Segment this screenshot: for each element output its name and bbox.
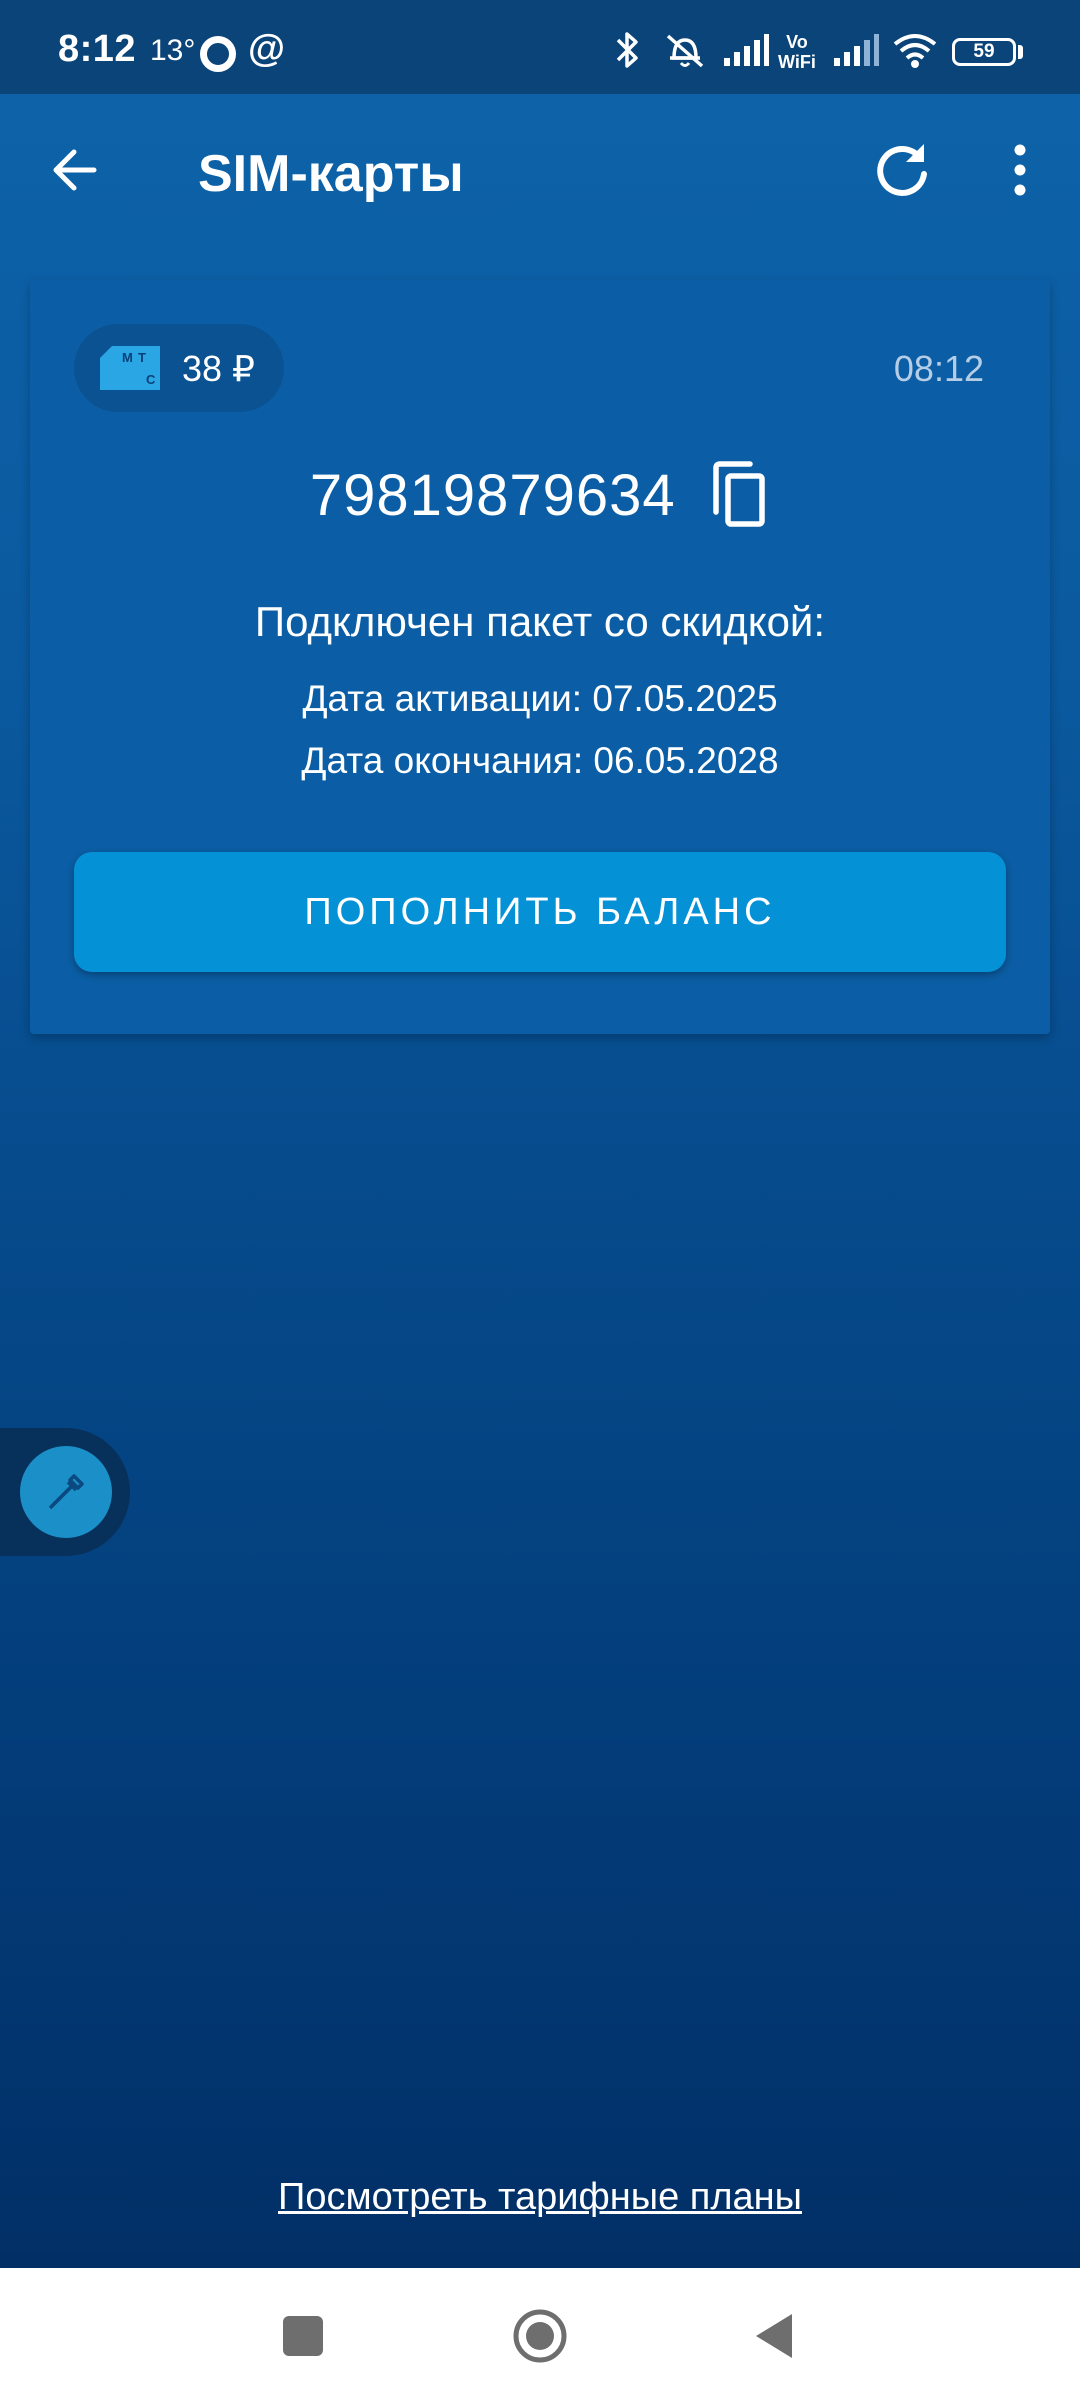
vowifi-icon: Vo WiFi (778, 32, 816, 72)
status-bar: 8:12 13° @ Vo WiFi 59 (0, 0, 1080, 94)
eyedropper-button[interactable] (20, 1446, 112, 1538)
bluetooth-icon (616, 32, 638, 68)
sim-card: М Т С 38 ₽ 08:12 79819879634 Подключен п… (30, 280, 1050, 1034)
eyedropper-icon (48, 1474, 84, 1510)
side-floating-tab[interactable] (0, 1428, 130, 1556)
signal-2-icon (834, 34, 879, 66)
system-nav-bar (0, 2268, 1080, 2400)
more-menu-button[interactable] (1002, 136, 1038, 204)
notification-ring-icon (200, 36, 236, 72)
back-button[interactable] (44, 138, 108, 202)
battery-tip (1018, 45, 1023, 59)
page-title: SIM-карты (198, 145, 464, 203)
status-temperature: 13° (150, 34, 196, 67)
signal-icon (724, 34, 769, 66)
status-time: 8:12 (58, 28, 137, 70)
phone-number: 79819879634 (309, 462, 676, 528)
balance: 38 ₽ (182, 348, 255, 389)
refresh-button[interactable] (868, 136, 936, 204)
end-date: Дата окончания: 06.05.2028 (301, 740, 779, 781)
sim-card-icon: М Т С (100, 346, 160, 390)
battery-icon: 59 (952, 38, 1016, 66)
update-time: 08:12 (893, 348, 984, 389)
phone-row: 79819879634 (30, 460, 1050, 550)
recents-button[interactable] (283, 2316, 323, 2356)
wifi-icon (893, 34, 937, 68)
package-title: Подключен пакет со скидкой: (254, 598, 826, 645)
operator-balance-chip[interactable]: М Т С 38 ₽ (74, 324, 284, 412)
operator-logo-text: М (122, 350, 133, 365)
at-sign-icon: @ (248, 28, 286, 70)
mute-bell-icon (666, 34, 704, 68)
svg-text:С: С (146, 372, 156, 387)
home-button[interactable] (512, 2308, 568, 2364)
system-back-button[interactable] (754, 2312, 794, 2360)
svg-text:Т: Т (138, 350, 146, 365)
tariff-plans-link[interactable]: Посмотреть тарифные планы (0, 2176, 1080, 2219)
topup-balance-button[interactable]: ПОПОЛНИТЬ БАЛАНС (74, 852, 1006, 972)
copy-icon[interactable] (708, 460, 770, 530)
activation-date: Дата активации: 07.05.2025 (302, 678, 778, 719)
